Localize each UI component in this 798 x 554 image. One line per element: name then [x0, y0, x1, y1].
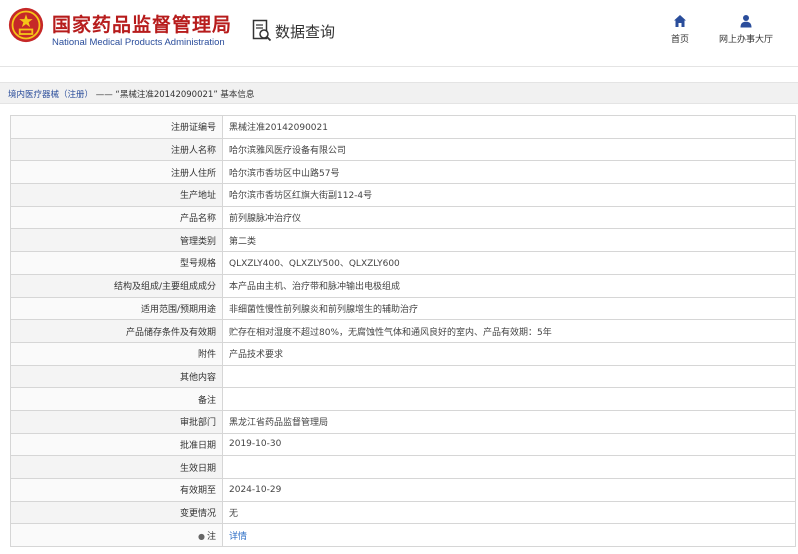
breadcrumb-current: “黑械注准20142090021” 基本信息: [115, 90, 255, 100]
document-search-icon: [252, 19, 272, 42]
national-emblem-icon: [8, 7, 44, 43]
field-value: 无: [222, 500, 796, 525]
user-icon: [740, 15, 752, 28]
field-label: 变更情况: [10, 500, 223, 525]
table-row: 生效日期: [10, 455, 796, 479]
table-row: 有效期至 2024-10-29: [10, 478, 796, 502]
field-value: 哈尔滨市香坊区红旗大街副112-4号: [222, 183, 796, 207]
site-title-en: National Medical Products Administration: [52, 37, 225, 48]
field-value: 2019-10-30: [222, 432, 796, 457]
field-label: 审批部门: [10, 409, 223, 434]
details-link[interactable]: 详情: [229, 532, 247, 542]
table-row: 变更情况无: [10, 500, 796, 525]
field-label: 管理类别: [10, 228, 223, 253]
field-value: 产品技术要求: [222, 341, 796, 366]
table-row: ● 注 详情: [10, 523, 796, 548]
table-row: 产品名称 前列腺脉冲治疗仪: [10, 205, 796, 230]
field-label: 其他内容: [10, 364, 223, 389]
field-label: 适用范围/预期用途: [10, 296, 223, 321]
home-icon: [674, 15, 686, 27]
field-value: 非细菌性慢性前列腺炎和前列腺增生的辅助治疗: [222, 296, 796, 321]
field-value: QLXZLY400、QLXZLY500、QLXZLY600: [222, 251, 796, 275]
pin-icon: ●: [198, 531, 205, 541]
nav-home-label: 首页: [670, 35, 689, 45]
field-label: 型号规格: [10, 251, 223, 275]
field-value: [222, 364, 796, 389]
table-row: 适用范围/预期用途 非细菌性慢性前列腺炎和前列腺增生的辅助治疗: [10, 296, 796, 321]
field-value: [222, 387, 796, 411]
table-row: 注册证编号 黑械注准20142090021: [10, 115, 796, 139]
field-label: ● 注: [10, 523, 223, 548]
data-query-heading: 数据查询: [252, 18, 335, 44]
field-value: 详情: [222, 523, 796, 548]
field-label: 备注: [10, 387, 223, 411]
field-value: 哈尔滨雅风医疗设备有限公司: [222, 137, 796, 162]
field-value: 本产品由主机、治疗带和脉冲输出电极组成: [222, 273, 796, 298]
field-label: 产品名称: [10, 205, 223, 230]
data-query-label: 数据查询: [275, 22, 336, 41]
field-value: 黑龙江省药品监督管理局: [222, 409, 796, 434]
table-row: 管理类别 第二类: [10, 228, 796, 253]
field-label: 结构及组成/主要组成成分: [10, 273, 223, 298]
table-row: 注册人名称 哈尔滨雅风医疗设备有限公司: [10, 137, 796, 162]
table-row: 附件 产品技术要求: [10, 341, 796, 366]
field-value: 黑械注准20142090021: [222, 115, 796, 139]
table-row: 审批部门 黑龙江省药品监督管理局: [10, 409, 796, 434]
field-label: 产品储存条件及有效期: [10, 319, 223, 343]
nav-online-office-button[interactable]: 网上办事大厅: [716, 14, 776, 45]
table-row: 产品储存条件及有效期 贮存在相对湿度不超过80%，无腐蚀性气体和通风良好的室内、产…: [10, 319, 796, 343]
field-value: 贮存在相对湿度不超过80%，无腐蚀性气体和通风良好的室内、产品有效期：5年: [222, 319, 796, 343]
table-row: 生产地址 哈尔滨市香坊区红旗大街副112-4号: [10, 183, 796, 207]
field-value: 前列腺脉冲治疗仪: [222, 205, 796, 230]
table-row: 备注: [10, 387, 796, 411]
breadcrumb: 境内医疗器械（注册） —— “黑械注准20142090021” 基本信息: [8, 88, 254, 100]
table-row: 批准日期 2019-10-30: [10, 432, 796, 457]
field-value: 2024-10-29: [222, 478, 796, 502]
table-row: 其他内容: [10, 364, 796, 389]
field-value: [222, 455, 796, 479]
registration-detail-table: 注册证编号 黑械注准20142090021 注册人名称 哈尔滨雅风医疗设备有限公司 注册…: [10, 115, 796, 548]
nav-online-office-label: 网上办事大厅: [718, 35, 773, 45]
field-label: 批准日期: [10, 432, 223, 457]
field-label: 附件: [10, 341, 223, 366]
field-label: 生效日期: [10, 455, 223, 479]
field-value: 第二类: [222, 228, 796, 253]
field-label: 生产地址: [10, 183, 223, 207]
table-row: 注册人住所 哈尔滨市香坊区中山路57号: [10, 160, 796, 185]
table-row: 结构及组成/主要组成成分 本产品由主机、治疗带和脉冲输出电极组成: [10, 273, 796, 298]
field-label: 有效期至: [10, 478, 223, 502]
nav-home-button[interactable]: 首页: [665, 14, 695, 45]
breadcrumb-bar: 境内医疗器械（注册） —— “黑械注准20142090021” 基本信息: [0, 82, 798, 104]
site-title-cn: 国家药品监督管理局: [52, 14, 233, 36]
breadcrumb-category-link[interactable]: 境内医疗器械（注册）: [8, 90, 93, 100]
field-value: 哈尔滨市香坊区中山路57号: [222, 160, 796, 185]
header-divider: [0, 66, 798, 67]
breadcrumb-separator: ——: [95, 90, 113, 100]
site-header: 国家药品监督管理局 National Medical Products Admi…: [0, 0, 798, 66]
table-row: 型号规格 QLXZLY400、QLXZLY500、QLXZLY600: [10, 251, 796, 275]
field-label: 注册人住所: [10, 160, 223, 185]
note-label: 注: [206, 531, 216, 542]
field-label: 注册人名称: [10, 137, 223, 162]
field-label: 注册证编号: [10, 115, 223, 139]
